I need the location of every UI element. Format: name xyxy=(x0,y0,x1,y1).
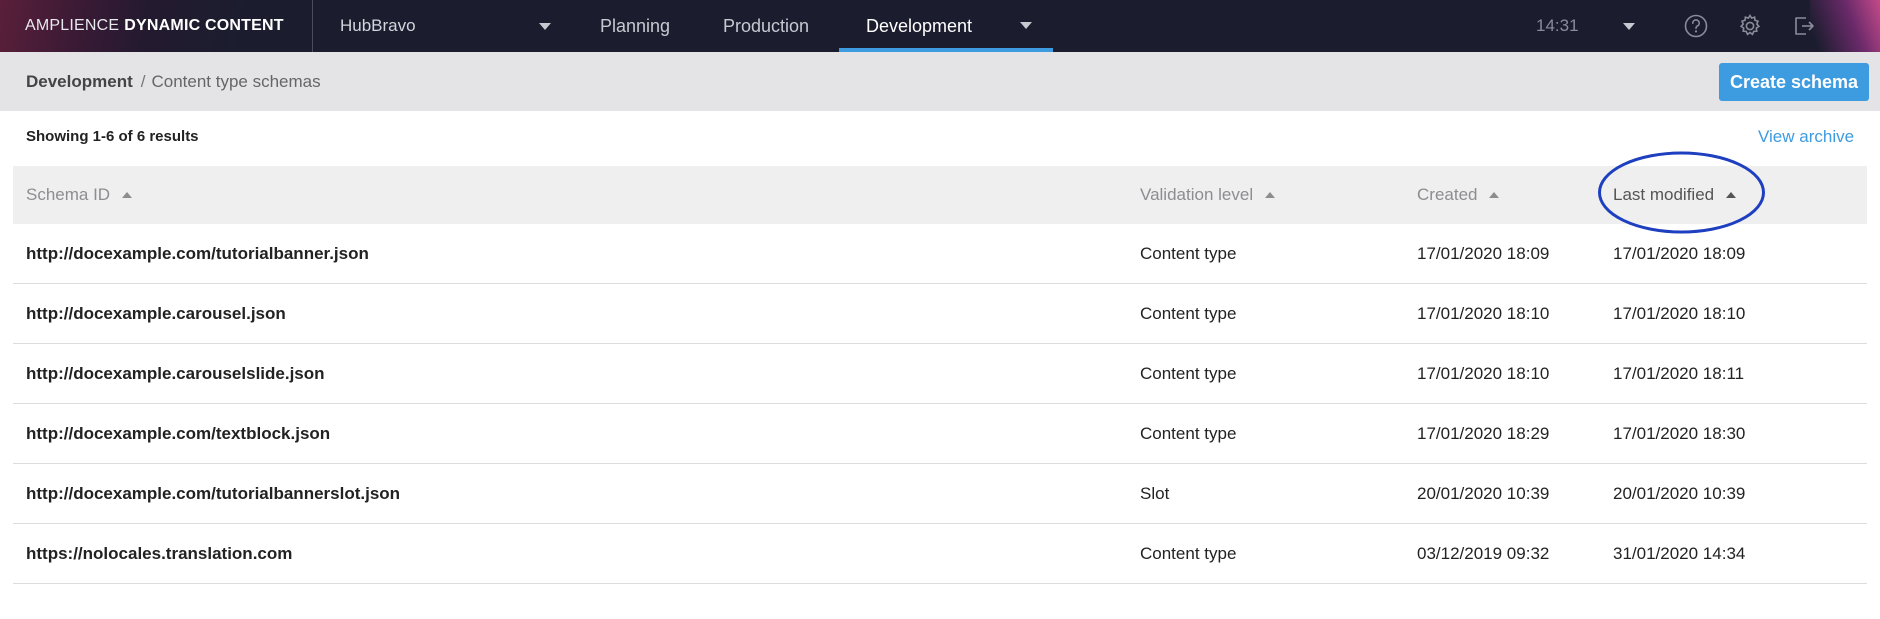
results-count: Showing 1-6 of 6 results xyxy=(26,128,199,145)
column-header-label: Validation level xyxy=(1140,185,1254,204)
tab-development[interactable]: Development xyxy=(866,0,972,52)
schema-id-cell[interactable]: http://docexample.carouselslide.json xyxy=(26,344,325,404)
time-text: 14:31 xyxy=(1536,16,1579,35)
table-header: Schema ID Validation level Created Last … xyxy=(13,166,1867,224)
tab-planning[interactable]: Planning xyxy=(600,0,670,52)
hub-name: HubBravo xyxy=(340,16,416,35)
time-dropdown-chevron-icon[interactable] xyxy=(1623,23,1635,30)
column-header-created[interactable]: Created xyxy=(1417,166,1500,224)
schema-id-cell[interactable]: http://docexample.com/tutorialbanner.jso… xyxy=(26,224,369,284)
hub-selector[interactable]: HubBravo xyxy=(340,0,416,52)
sign-out-icon[interactable] xyxy=(1791,13,1817,39)
sort-ascending-icon xyxy=(1726,192,1737,198)
breadcrumb-separator: / xyxy=(140,71,146,91)
validation-level-cell: Content type xyxy=(1140,424,1237,443)
schema-id-cell[interactable]: http://docexample.com/textblock.json xyxy=(26,404,330,464)
settings-gear-icon[interactable] xyxy=(1737,13,1763,39)
schema-id-cell[interactable]: https://nolocales.translation.com xyxy=(26,524,292,584)
column-header-validation-level[interactable]: Validation level xyxy=(1140,166,1276,224)
tab-development-label: Development xyxy=(866,15,973,36)
hub-dropdown-chevron-icon[interactable] xyxy=(539,23,551,30)
created-cell: 17/01/2020 18:10 xyxy=(1417,304,1550,323)
table-row[interactable]: https://nolocales.translation.com Conten… xyxy=(13,524,1867,584)
column-header-label: Created xyxy=(1417,185,1478,204)
brand-name-bold: DYNAMIC CONTENT xyxy=(124,17,284,34)
last-modified-cell: 31/01/2020 14:34 xyxy=(1613,544,1746,563)
schema-id-cell[interactable]: http://docexample.carousel.json xyxy=(26,284,286,344)
help-icon[interactable] xyxy=(1683,13,1709,39)
corner-background-graphic xyxy=(1810,0,1880,52)
breadcrumb-development-link[interactable]: Development xyxy=(26,72,133,92)
validation-level-cell: Slot xyxy=(1140,484,1170,503)
validation-level-cell: Content type xyxy=(1140,244,1237,263)
created-cell: 17/01/2020 18:09 xyxy=(1417,244,1550,263)
breadcrumb-bar: Development / Content type schemas xyxy=(0,52,1880,111)
column-header-schema-id[interactable]: Schema ID xyxy=(26,166,133,224)
app-logo[interactable]: AMPLIENCE DYNAMIC CONTENT xyxy=(25,0,284,52)
column-header-label: Schema ID xyxy=(26,185,111,204)
created-cell: 03/12/2019 09:32 xyxy=(1417,544,1550,563)
created-cell: 17/01/2020 18:29 xyxy=(1417,424,1550,443)
sort-ascending-icon xyxy=(1489,192,1500,198)
tab-production-label: Production xyxy=(723,15,810,36)
development-dropdown-chevron-icon[interactable] xyxy=(1020,22,1032,29)
last-modified-cell: 17/01/2020 18:10 xyxy=(1613,304,1746,323)
created-cell: 20/01/2020 10:39 xyxy=(1417,484,1550,503)
column-header-last-modified[interactable]: Last modified xyxy=(1613,166,1737,224)
table-row[interactable]: http://docexample.carousel.json Content … xyxy=(13,284,1867,344)
schema-id-cell[interactable]: http://docexample.com/tutorialbannerslot… xyxy=(26,464,400,524)
validation-level-cell: Content type xyxy=(1140,544,1237,563)
table-row[interactable]: http://docexample.com/textblock.json Con… xyxy=(13,404,1867,464)
tab-production[interactable]: Production xyxy=(723,0,809,52)
tab-planning-label: Planning xyxy=(600,15,671,36)
time-display[interactable]: 14:31 xyxy=(1536,0,1579,52)
last-modified-cell: 17/01/2020 18:11 xyxy=(1613,364,1745,383)
sort-ascending-icon xyxy=(122,192,133,198)
breadcrumb: Development / Content type schemas xyxy=(26,52,321,111)
sort-ascending-icon xyxy=(1265,192,1276,198)
table-row[interactable]: http://docexample.com/tutorialbannerslot… xyxy=(13,464,1867,524)
last-modified-cell: 17/01/2020 18:30 xyxy=(1613,424,1746,443)
breadcrumb-current-page: Content type schemas xyxy=(151,71,321,91)
create-schema-button[interactable]: Create schema xyxy=(1719,63,1869,101)
nav-divider xyxy=(312,0,313,52)
validation-level-cell: Content type xyxy=(1140,304,1237,323)
table-row[interactable]: http://docexample.com/tutorialbanner.jso… xyxy=(13,224,1867,284)
column-header-label: Last modified xyxy=(1613,185,1715,204)
validation-level-cell: Content type xyxy=(1140,364,1237,383)
last-modified-cell: 20/01/2020 10:39 xyxy=(1613,484,1746,503)
brand-name-light: AMPLIENCE xyxy=(25,17,120,34)
table-row[interactable]: http://docexample.carouselslide.json Con… xyxy=(13,344,1867,404)
created-cell: 17/01/2020 18:10 xyxy=(1417,364,1550,383)
view-archive-link[interactable]: View archive xyxy=(1758,127,1854,147)
top-navigation-bar: AMPLIENCE DYNAMIC CONTENT HubBravo Plann… xyxy=(0,0,1880,52)
last-modified-cell: 17/01/2020 18:09 xyxy=(1613,244,1746,263)
